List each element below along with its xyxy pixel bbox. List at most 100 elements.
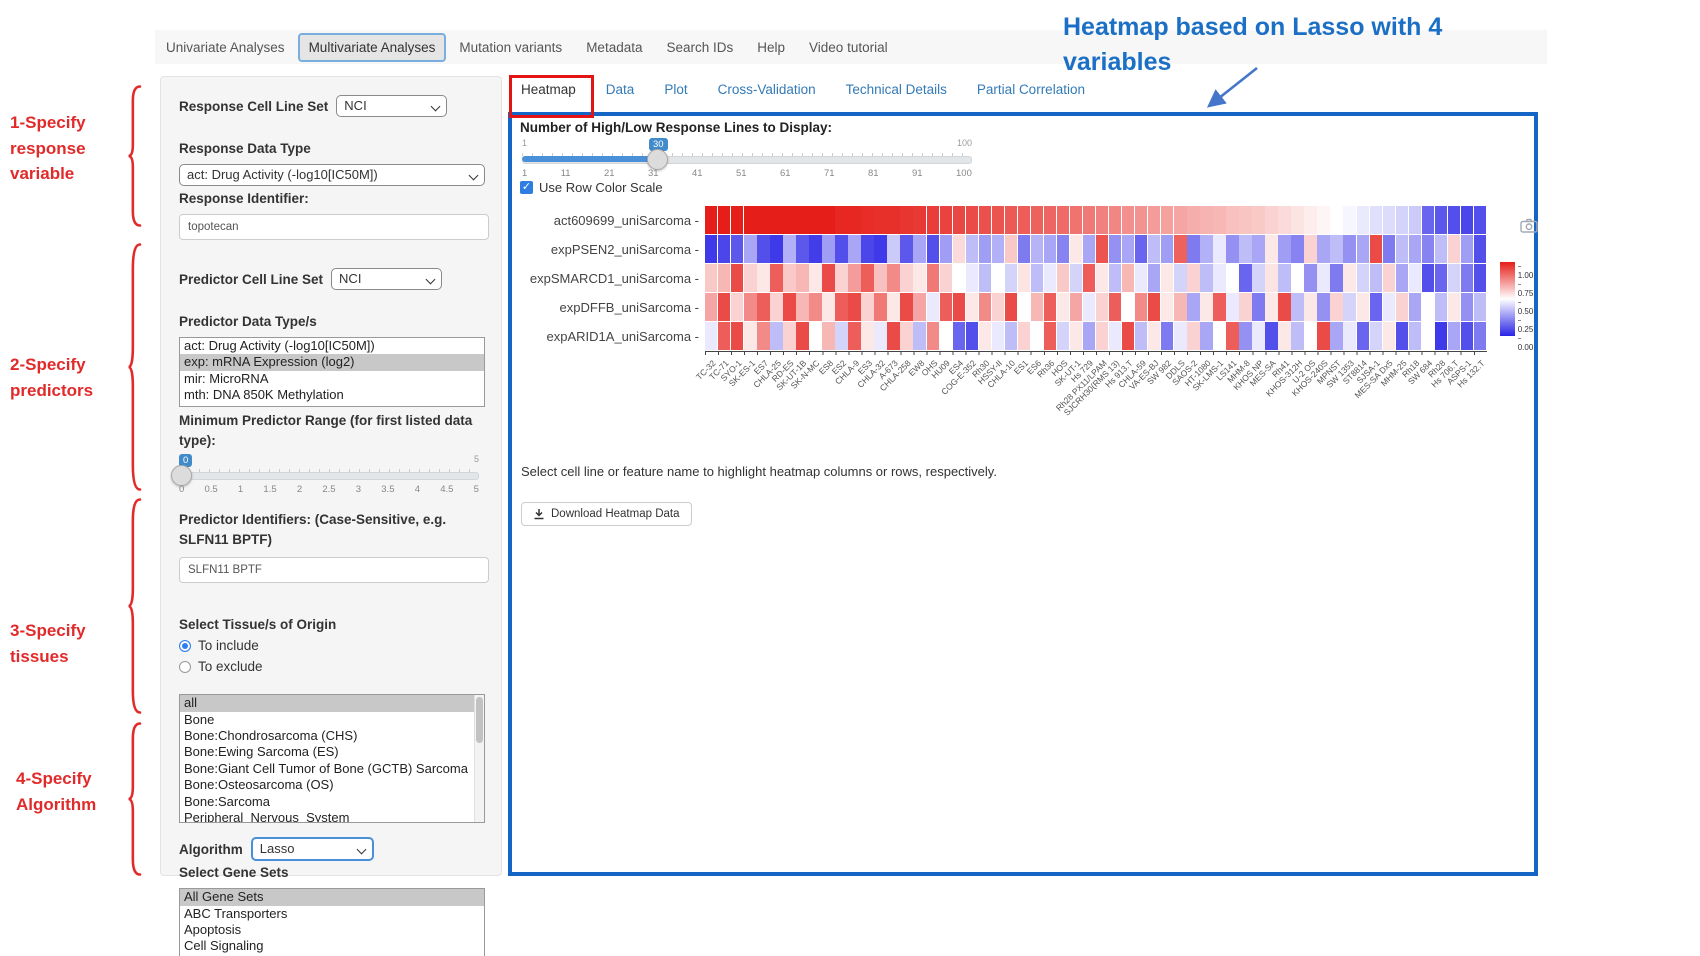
heatmap-cell[interactable] <box>966 264 978 292</box>
heatmap-cell[interactable] <box>783 235 795 263</box>
scrollbar-track[interactable] <box>474 695 484 822</box>
heatmap-cell[interactable] <box>1370 235 1382 263</box>
heatmap-cell[interactable] <box>1135 322 1147 350</box>
heatmap-cell[interactable] <box>1148 264 1160 292</box>
heatmap-cell[interactable] <box>1461 235 1473 263</box>
heatmap-cell[interactable] <box>1252 322 1264 350</box>
listbox-option-abc-transporters[interactable]: ABC Transporters <box>180 906 484 922</box>
heatmap-cell[interactable] <box>731 264 743 292</box>
tab-plot[interactable]: Plot <box>664 82 687 97</box>
heatmap-cell[interactable] <box>927 235 939 263</box>
heatmap-cell[interactable] <box>1148 322 1160 350</box>
heatmap-cell[interactable] <box>874 235 886 263</box>
heatmap-cell[interactable] <box>887 322 899 350</box>
heatmap-cell[interactable] <box>1096 206 1108 234</box>
heatmap-cell[interactable] <box>1174 322 1186 350</box>
heatmap-cell[interactable] <box>1070 264 1082 292</box>
heatmap-cell[interactable] <box>1187 322 1199 350</box>
heatmap-cell[interactable] <box>887 293 899 321</box>
heatmap-cell[interactable] <box>861 235 873 263</box>
heatmap-cell[interactable] <box>1383 206 1395 234</box>
camera-icon[interactable] <box>1520 218 1538 233</box>
heatmap-cell[interactable] <box>1448 235 1460 263</box>
heatmap-cell[interactable] <box>1031 206 1043 234</box>
heatmap-cell[interactable] <box>1187 206 1199 234</box>
heatmap-cell[interactable] <box>1396 206 1408 234</box>
listbox-option-cell-signaling[interactable]: Cell Signaling <box>180 938 484 954</box>
heatmap-cell[interactable] <box>1213 293 1225 321</box>
heatmap-cell[interactable] <box>848 293 860 321</box>
heatmap-cell[interactable] <box>1422 235 1434 263</box>
heatmap-cell[interactable] <box>796 322 808 350</box>
heatmap-cell[interactable] <box>770 322 782 350</box>
heatmap-cell[interactable] <box>1161 235 1173 263</box>
heatmap-cell[interactable] <box>822 235 834 263</box>
heatmap-cell[interactable] <box>848 206 860 234</box>
heatmap-cell[interactable] <box>887 206 899 234</box>
heatmap-cell[interactable] <box>757 206 769 234</box>
heatmap-row-label-act609699-unisarcoma[interactable]: act609699_uniSarcoma - <box>519 213 699 228</box>
heatmap-cell[interactable] <box>1200 235 1212 263</box>
heatmap-cell[interactable] <box>1070 322 1082 350</box>
tab-partial-correlation[interactable]: Partial Correlation <box>977 82 1085 97</box>
heatmap-cell[interactable] <box>1265 235 1277 263</box>
heatmap-cell[interactable] <box>1357 293 1369 321</box>
heatmap-cell[interactable] <box>822 322 834 350</box>
heatmap-cell[interactable] <box>1057 264 1069 292</box>
heatmap-cell[interactable] <box>1226 264 1238 292</box>
heatmap-cell[interactable] <box>1396 293 1408 321</box>
heatmap-cell[interactable] <box>953 264 965 292</box>
heatmap-cell[interactable] <box>1448 264 1460 292</box>
listbox-option-act-drug-activity-log10-ic50m[interactable]: act: Drug Activity (-log10[IC50M]) <box>180 338 484 354</box>
heatmap-cell[interactable] <box>1187 264 1199 292</box>
heatmap-cell[interactable] <box>1226 235 1238 263</box>
heatmap-cell[interactable] <box>900 293 912 321</box>
heatmap-cell[interactable] <box>1252 264 1264 292</box>
heatmap-cell[interactable] <box>1265 322 1277 350</box>
heatmap-cell[interactable] <box>940 206 952 234</box>
response-identifier-input[interactable]: topotecan <box>179 214 489 240</box>
heatmap-cell[interactable] <box>1018 206 1030 234</box>
heatmap-cell[interactable] <box>848 264 860 292</box>
heatmap-cell[interactable] <box>1278 235 1290 263</box>
heatmap-cell[interactable] <box>1200 322 1212 350</box>
heatmap-cell[interactable] <box>731 293 743 321</box>
heatmap-cell[interactable] <box>1357 322 1369 350</box>
heatmap-cell[interactable] <box>731 206 743 234</box>
heatmap-cell[interactable] <box>809 293 821 321</box>
heatmap-cell[interactable] <box>705 235 717 263</box>
heatmap-cell[interactable] <box>992 235 1004 263</box>
heatmap-cell[interactable] <box>744 293 756 321</box>
slider-handle[interactable] <box>647 149 668 170</box>
predictor-cell-line-set-select[interactable]: NCI <box>331 268 442 290</box>
heatmap-cell[interactable] <box>1252 293 1264 321</box>
heatmap-cell[interactable] <box>1317 322 1329 350</box>
heatmap-cell[interactable] <box>1357 264 1369 292</box>
heatmap-cell[interactable] <box>1109 206 1121 234</box>
heatmap-cell[interactable] <box>1096 322 1108 350</box>
heatmap-cell[interactable] <box>1161 322 1173 350</box>
listbox-option-bone-giant-cell-tumor-of-bone-gctb-sarcoma[interactable]: Bone:Giant Cell Tumor of Bone (GCTB) Sar… <box>180 761 484 777</box>
heatmap-cell[interactable] <box>874 293 886 321</box>
heatmap-cell[interactable] <box>1239 264 1251 292</box>
heatmap-cell[interactable] <box>1474 264 1486 292</box>
heatmap-cell[interactable] <box>1317 293 1329 321</box>
heatmap-cell[interactable] <box>1448 293 1460 321</box>
listbox-option-mir-microrna[interactable]: mir: MicroRNA <box>180 371 484 387</box>
heatmap-cell[interactable] <box>796 293 808 321</box>
min-predictor-range-slider[interactable]: 0 5 00.511.522.533.544.55 <box>179 454 479 500</box>
heatmap-cell[interactable] <box>1135 293 1147 321</box>
heatmap-row-label-exppsen2-unisarcoma[interactable]: expPSEN2_uniSarcoma - <box>519 242 699 257</box>
heatmap-cell[interactable] <box>1317 206 1329 234</box>
heatmap-row-label-expdffb-unisarcoma[interactable]: expDFFB_uniSarcoma - <box>519 300 699 315</box>
heatmap-cell[interactable] <box>1148 206 1160 234</box>
heatmap-cell[interactable] <box>809 235 821 263</box>
heatmap-cell[interactable] <box>953 293 965 321</box>
heatmap-cell[interactable] <box>1448 322 1460 350</box>
heatmap-cell[interactable] <box>809 264 821 292</box>
heatmap-cell[interactable] <box>966 293 978 321</box>
heatmap-cell[interactable] <box>1291 293 1303 321</box>
heatmap-cell[interactable] <box>1461 293 1473 321</box>
heatmap-cell[interactable] <box>1096 293 1108 321</box>
heatmap-cell[interactable] <box>835 235 847 263</box>
